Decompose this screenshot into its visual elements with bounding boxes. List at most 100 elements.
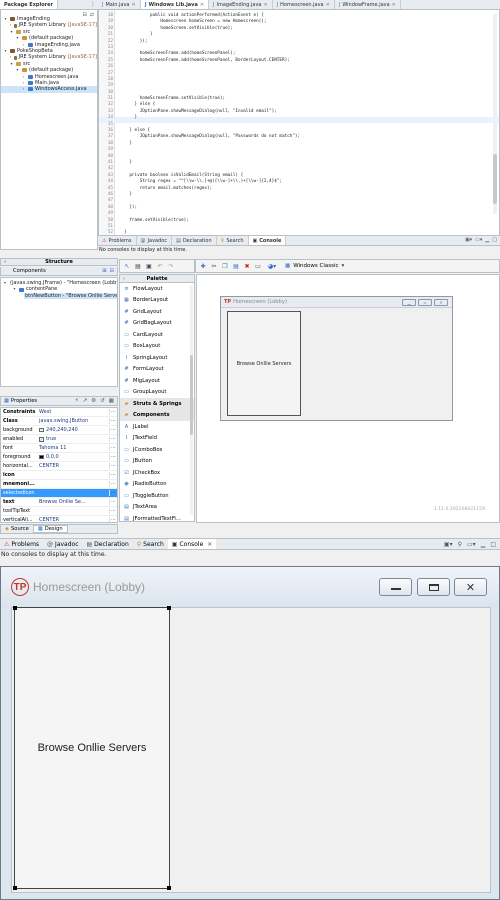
palette-back-icon[interactable]: ‹	[123, 276, 125, 282]
palette-item[interactable]: # MigLayout	[120, 375, 194, 387]
palette-item[interactable]: ▭ BoxLayout	[120, 341, 194, 353]
palette-item[interactable]: ▭ JToggleButton	[120, 490, 194, 502]
preview-browse-button[interactable]: Browse Onllie Servers	[227, 311, 301, 416]
tab-search[interactable]: ⚲ Search	[217, 236, 249, 245]
property-edit-icon[interactable]: ⋯	[109, 445, 117, 451]
property-row[interactable]: selectedIcon ⋯	[1, 489, 117, 498]
display-console-icon[interactable]: ▣▾	[465, 237, 472, 243]
copy-icon[interactable]: ❐	[220, 261, 230, 271]
resize-handle[interactable]	[167, 606, 171, 610]
palette-item[interactable]: ▰ Components	[120, 409, 194, 421]
property-row[interactable]: horizontal... CENTER ⋯	[1, 462, 117, 471]
palette-item[interactable]: ▰ Struts & Springs	[120, 398, 194, 410]
resize-handle[interactable]	[13, 886, 17, 890]
palette-item[interactable]: ▤ JTextArea	[120, 502, 194, 514]
expand-arrow-icon[interactable]: ▾	[3, 48, 8, 54]
open-console-icon[interactable]: ▭▾	[475, 237, 482, 243]
property-edit-icon[interactable]: ⋯	[109, 508, 117, 514]
editor-tab[interactable]: J ImageEnding.java ✕	[209, 0, 273, 9]
paste-icon[interactable]: ▤	[231, 261, 241, 271]
expand-arrow-icon[interactable]: ▾	[15, 67, 20, 73]
palette-item[interactable]: ☑ JCheckBox	[120, 467, 194, 479]
tab-javadoc[interactable]: @ Javadoc	[137, 236, 173, 245]
editor-scrollbar[interactable]	[493, 14, 497, 214]
property-edit-icon[interactable]: ⋯	[109, 409, 117, 415]
minimize-icon[interactable]: ▁	[481, 541, 486, 548]
expand-arrow-icon[interactable]: ▾	[4, 280, 6, 286]
palette-item[interactable]: ▭ JButton	[120, 456, 194, 468]
palette-item[interactable]: ◉ JRadioButton	[120, 479, 194, 491]
property-edit-icon[interactable]: ⋯	[109, 490, 117, 496]
property-row[interactable]: foreground 0,0,0 ⋯	[1, 453, 117, 462]
property-row[interactable]: icon ⋯	[1, 471, 117, 480]
palette-item[interactable]: ▭ CardLayout	[120, 329, 194, 341]
property-value[interactable]: CENTER	[39, 463, 109, 469]
tab-problems[interactable]: ⚠ Problems	[98, 236, 137, 245]
palette-item[interactable]: ▦ BorderLayout	[120, 295, 194, 307]
tab-declaration-bottom[interactable]: ▤ Declaration	[83, 541, 133, 548]
palette-item[interactable]: ⌇ SpringLayout	[120, 352, 194, 364]
property-edit-icon[interactable]: ⋯	[109, 418, 117, 424]
property-edit-icon[interactable]: ⋯	[109, 463, 117, 469]
collapse-arrow-icon[interactable]: ‹	[4, 259, 6, 265]
property-row[interactable]: text Browse Onllie Se... ⋯	[1, 498, 117, 507]
property-value[interactable]: javax.swing.JButton	[39, 418, 109, 424]
restore-default-icon[interactable]: ↺	[100, 398, 105, 404]
palette-item[interactable]: # GridLayout	[120, 306, 194, 318]
palette-item[interactable]: A JLabel	[120, 421, 194, 433]
property-value[interactable]: West	[39, 409, 109, 415]
close-button[interactable]: ✕	[454, 578, 487, 596]
redo-icon[interactable]: ↷	[166, 261, 176, 271]
property-row[interactable]: Constraints West ⋯	[1, 408, 117, 417]
window-preview-icon[interactable]: ▤	[133, 261, 143, 271]
browse-servers-button[interactable]: Browse Onllie Servers	[13, 606, 171, 890]
design-canvas[interactable]: TP Homescreen (Lobby) ▁ ▫ ✕ Browse Onlli…	[196, 274, 500, 523]
resize-handle[interactable]	[13, 606, 17, 610]
maximize-button[interactable]	[417, 578, 450, 596]
editor-tab[interactable]: J Main.java ✕	[98, 0, 141, 9]
property-edit-icon[interactable]: ⋯	[109, 454, 117, 460]
palette-item[interactable]: ▭ JComboBox	[120, 444, 194, 456]
maximize-icon[interactable]: □	[492, 237, 497, 243]
test-gui-icon[interactable]: ✚	[198, 261, 208, 271]
tab-source[interactable]: ◈ Source	[1, 525, 33, 533]
component-tree-item[interactable]: ▾ (javax.swing.JFrame) - "Homescreen (Lob…	[1, 280, 117, 286]
minimize-button[interactable]	[379, 578, 412, 596]
undo-icon[interactable]: ↶	[155, 261, 165, 271]
property-edit-icon[interactable]: ⋯	[109, 472, 117, 478]
minimize-icon[interactable]: ▁	[485, 237, 489, 243]
tab-declaration[interactable]: ▤ Declaration	[172, 236, 217, 245]
link-editor-icon[interactable]: ⇄	[90, 12, 94, 18]
property-value[interactable]: 0,0,0	[39, 454, 109, 460]
property-row[interactable]: mnemoni... ⋯	[1, 480, 117, 489]
collapse-all-icon[interactable]: ⊟	[83, 12, 87, 18]
expand-arrow-icon[interactable]: ▾	[15, 35, 20, 41]
palette-item[interactable]: ▭ GroupLayout	[120, 387, 194, 399]
close-icon[interactable]: ✕	[263, 2, 267, 8]
look-and-feel-icon[interactable]: ◕▾	[264, 261, 280, 271]
property-row[interactable]: toolTipText ⋯	[1, 507, 117, 516]
expand-arrow-icon[interactable]: ▾	[12, 286, 17, 292]
property-value[interactable]: 240,240,240	[39, 427, 109, 433]
look-and-feel-combo[interactable]: ▦ Windows Classic ▾	[285, 263, 344, 269]
expand-arrow-icon[interactable]: ›	[21, 86, 26, 92]
property-row[interactable]: enabled ✓ true ⋯	[1, 435, 117, 444]
selection-tool-icon[interactable]: ↖	[122, 261, 132, 271]
delete-icon[interactable]: ✖	[242, 261, 252, 271]
tab-problems-bottom[interactable]: ⚠ Problems	[0, 541, 43, 548]
preview-frame[interactable]: TP Homescreen (Lobby) ▁ ▫ ✕ Browse Onlli…	[220, 296, 453, 421]
display-console-icon[interactable]: ▣▾	[444, 541, 453, 548]
maximize-icon[interactable]: □	[490, 541, 496, 548]
property-edit-icon[interactable]: ⋯	[109, 436, 117, 442]
expand-all-icon[interactable]: ⊞	[102, 268, 106, 274]
view-menu-icon[interactable]: ▦	[109, 398, 114, 404]
show-events-icon[interactable]: ⚡	[75, 398, 79, 404]
explorer-tree-item[interactable]: › WindowsAccess.java	[1, 86, 97, 93]
palette-scrollbar[interactable]	[190, 285, 193, 515]
palette-item[interactable]: # GridBagLayout	[120, 318, 194, 330]
property-row[interactable]: Class javax.swing.JButton ⋯	[1, 417, 117, 426]
checkbox-icon[interactable]: ✓	[39, 436, 44, 442]
palette-item[interactable]: # FormLayout	[120, 364, 194, 376]
property-edit-icon[interactable]: ⋯	[109, 427, 117, 433]
component-tree-item[interactable]: btnNewButton - "Browse Onllie Servers"	[1, 292, 117, 300]
